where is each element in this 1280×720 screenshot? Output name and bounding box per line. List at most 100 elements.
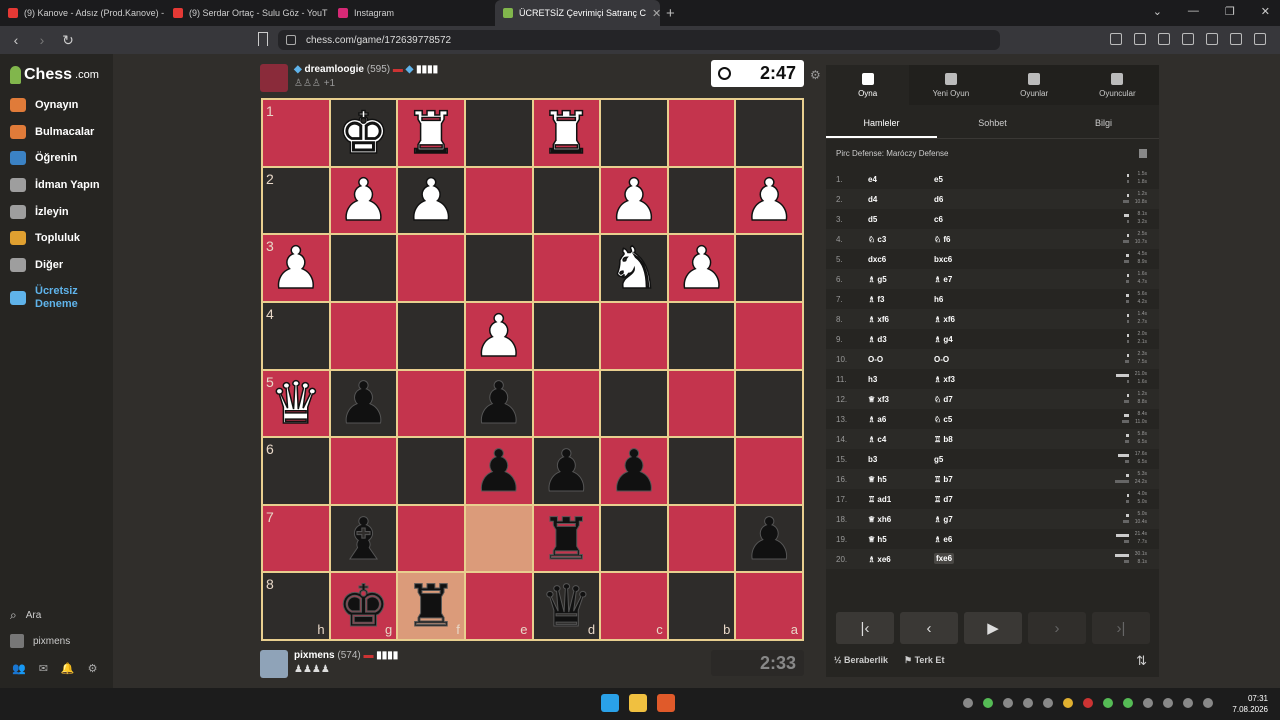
board-square[interactable] <box>667 504 736 573</box>
sub-tab[interactable]: Bilgi <box>1048 109 1159 138</box>
site-info-icon[interactable] <box>286 35 296 45</box>
opponent-avatar[interactable] <box>260 64 288 92</box>
tray-icon[interactable] <box>983 698 993 708</box>
board-square[interactable] <box>397 234 465 302</box>
black-pawn-piece[interactable]: ♟ <box>607 441 660 500</box>
white-queen-piece[interactable]: ♛ <box>269 374 323 434</box>
board-square[interactable]: ♜ <box>532 504 601 573</box>
black-move[interactable]: h6 <box>934 295 943 304</box>
board-square[interactable] <box>735 369 803 438</box>
tray-icon[interactable] <box>1103 698 1113 708</box>
board-square[interactable] <box>532 166 601 235</box>
chess-logo[interactable]: Chess .com <box>10 66 99 84</box>
black-pawn-piece[interactable]: ♟ <box>540 441 593 500</box>
messages-icon[interactable]: ✉ <box>39 662 48 675</box>
windows-start-icon[interactable] <box>601 694 619 712</box>
black-move[interactable]: ♘ f6 <box>934 235 951 244</box>
white-move[interactable]: ♗ xf6 <box>868 315 889 324</box>
black-rook-piece[interactable]: ♜ <box>405 577 458 636</box>
black-king-piece[interactable]: ♚ <box>337 577 390 636</box>
white-move[interactable]: O-O <box>868 355 883 364</box>
black-pawn-piece[interactable]: ♟ <box>337 374 390 433</box>
board-square[interactable] <box>735 301 803 370</box>
black-move[interactable]: ♗ g7 <box>934 515 953 524</box>
tray-icon[interactable] <box>1003 698 1013 708</box>
microphone-icon[interactable] <box>1143 698 1153 708</box>
board-square[interactable] <box>397 301 465 370</box>
white-move[interactable]: ♗ g5 <box>868 275 887 284</box>
board-square[interactable] <box>397 437 465 505</box>
black-move[interactable]: fxe6 <box>934 553 955 564</box>
sidebar-item[interactable]: Diğer <box>10 258 63 272</box>
board-square[interactable] <box>532 234 601 302</box>
ai-icon[interactable] <box>1206 33 1218 45</box>
browser-tab[interactable]: Instagram <box>330 0 495 26</box>
white-move[interactable]: ♗ a6 <box>868 415 886 424</box>
first-move-button[interactable]: |‹ <box>836 612 894 644</box>
chess-board[interactable]: 1 ♚ ♜ ♜ 2 ♟ ♟ ♟ ♟ 3 ♟ ♞ ♟ 4 ♟ 5 ♛ ♟ ♟ 6 ♟ ♟ ♟ 7 ♝ ♜ ♟ 8 h g ♚ f ♜ e d ♛ c b a <box>261 98 804 641</box>
white-move[interactable]: ♗ f3 <box>868 295 885 304</box>
board-square[interactable] <box>735 234 803 302</box>
board-square[interactable]: ♞ <box>600 234 668 302</box>
black-pawn-piece[interactable]: ♟ <box>743 509 796 568</box>
tray-icon[interactable] <box>963 698 973 708</box>
sub-tab[interactable]: Sohbet <box>937 109 1048 138</box>
board-square[interactable] <box>600 99 668 167</box>
black-move[interactable]: e5 <box>934 175 943 184</box>
board-square[interactable] <box>667 166 736 235</box>
board-square[interactable]: 4 <box>262 301 330 370</box>
board-square[interactable]: 1 <box>262 99 330 167</box>
board-square[interactable]: ♟ <box>397 166 465 235</box>
board-square[interactable] <box>735 99 803 167</box>
board-square[interactable] <box>464 504 533 573</box>
close-tab-icon[interactable]: ✕ <box>652 7 660 20</box>
user-name[interactable]: pixmens <box>294 650 335 661</box>
white-pawn-piece[interactable]: ♟ <box>404 171 458 231</box>
battery-icon[interactable] <box>1203 698 1213 708</box>
black-move[interactable]: g5 <box>934 455 943 464</box>
board-square[interactable] <box>667 301 736 370</box>
close-icon[interactable]: ✕ <box>1261 5 1270 18</box>
url-input[interactable]: chess.com/game/172639778572 <box>278 30 1000 50</box>
browser-tab[interactable]: (9) Serdar Ortaç - Sulu Göz - YouT <box>165 0 330 26</box>
tray-icon[interactable] <box>1023 698 1033 708</box>
board-square[interactable]: ♚ <box>329 99 398 167</box>
black-move[interactable]: ♖ d7 <box>934 495 953 504</box>
board-square[interactable]: d ♛ <box>532 572 601 640</box>
white-move[interactable]: ♗ xe6 <box>868 555 891 564</box>
black-move[interactable]: O-O <box>934 355 949 364</box>
board-square[interactable] <box>735 437 803 505</box>
sidebar-item[interactable]: Topluluk <box>10 231 80 245</box>
board-square[interactable] <box>532 301 601 370</box>
board-square[interactable] <box>329 437 398 505</box>
sidebar-item[interactable]: Bulmacalar <box>10 125 94 139</box>
next-move-button[interactable]: › <box>1028 612 1086 644</box>
board-square[interactable] <box>329 234 398 302</box>
tray-icon[interactable] <box>1043 698 1053 708</box>
play-button[interactable]: ▶ <box>964 612 1022 644</box>
board-square[interactable] <box>667 369 736 438</box>
white-move[interactable]: ♘ c3 <box>868 235 886 244</box>
white-pawn-piece[interactable]: ♟ <box>337 171 391 231</box>
board-square[interactable]: 3 ♟ <box>262 234 330 302</box>
user-avatar[interactable] <box>260 650 288 678</box>
opening-name[interactable]: Pirc Defense: Maróczy Defense <box>836 149 949 158</box>
tray-icon[interactable] <box>1063 698 1073 708</box>
board-square[interactable]: ♟ <box>532 437 601 505</box>
sub-tab[interactable]: Hamleler <box>826 109 937 138</box>
tray-icon[interactable] <box>1083 698 1093 708</box>
black-move[interactable]: ♗ xf3 <box>934 375 955 384</box>
white-move[interactable]: h3 <box>868 375 877 384</box>
black-move[interactable]: ♘ d7 <box>934 395 953 404</box>
board-square[interactable]: ♟ <box>329 369 398 438</box>
browser-tab[interactable]: (9) Kanove - Adsız (Prod.Kanove) - Yo <box>0 0 165 26</box>
panel-tab[interactable]: Oyunlar <box>993 65 1076 105</box>
wifi-icon[interactable] <box>1163 698 1173 708</box>
resign-button[interactable]: ⚑ Terk Et <box>904 655 944 666</box>
black-move[interactable]: ♖ b8 <box>934 435 953 444</box>
tray-icon[interactable] <box>1123 698 1133 708</box>
black-pawn-piece[interactable]: ♟ <box>472 374 525 433</box>
board-square[interactable]: c <box>600 572 668 640</box>
flip-board-icon[interactable]: ⇅ <box>1136 653 1147 669</box>
extensions-icon[interactable] <box>1110 33 1122 45</box>
